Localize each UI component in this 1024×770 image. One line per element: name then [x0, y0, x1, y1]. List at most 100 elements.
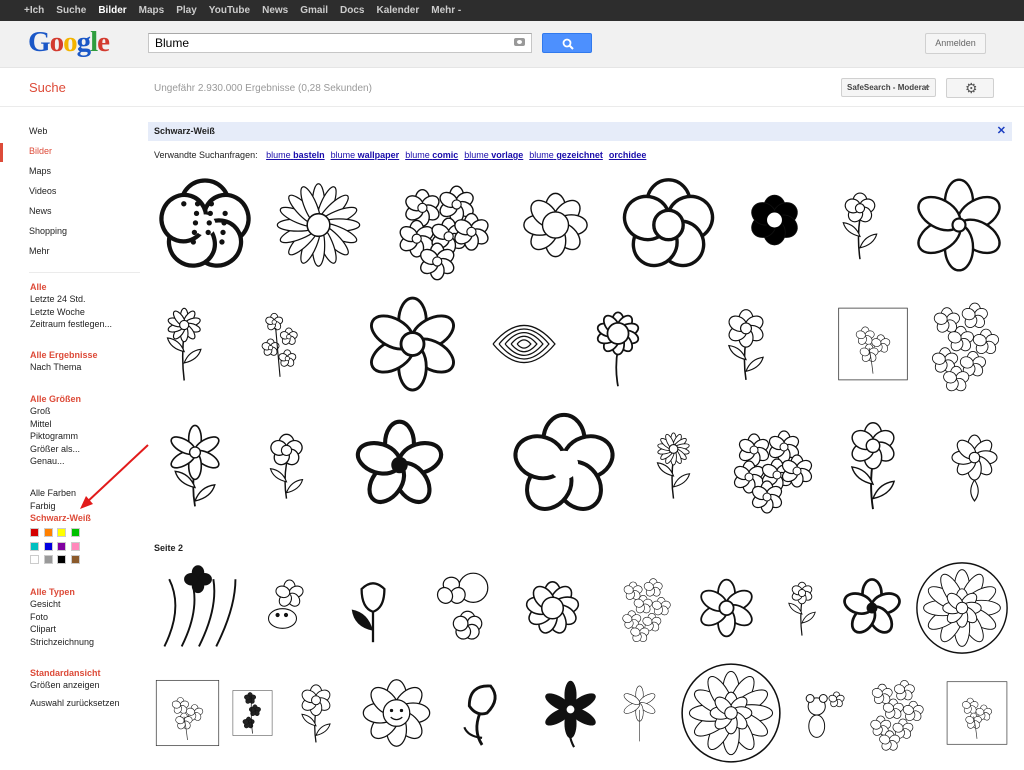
image-result-stem-flower[interactable] — [707, 286, 785, 402]
image-result-rose[interactable] — [481, 286, 567, 402]
topbar-link[interactable]: +Ich — [24, 0, 44, 21]
image-result-sketch-dense[interactable] — [860, 661, 934, 765]
tool-types-option[interactable]: Gesicht — [30, 599, 61, 609]
image-result-stem-flower[interactable] — [825, 406, 921, 524]
related-search-link[interactable]: orchidee — [609, 150, 647, 160]
tool-color-option[interactable]: Schwarz-Weiß — [30, 513, 91, 523]
color-swatch[interactable] — [43, 541, 53, 551]
color-swatch[interactable] — [30, 555, 39, 564]
image-result-narcissus[interactable] — [772, 559, 832, 657]
image-result-mouse[interactable] — [789, 661, 855, 765]
reset-tools-link[interactable]: Auswahl zurücksetzen — [30, 698, 120, 708]
search-box[interactable] — [148, 33, 532, 53]
color-swatch[interactable] — [30, 528, 39, 537]
image-result-tulip[interactable] — [335, 559, 411, 657]
image-result-frog-flower[interactable] — [251, 559, 321, 657]
sidebar-item-news[interactable]: News — [29, 206, 52, 216]
tool-time-option[interactable]: Zeitraum festlegen... — [30, 319, 112, 329]
topbar-link[interactable]: News — [262, 0, 288, 21]
image-result-face-flower[interactable] — [355, 661, 438, 765]
topbar-link[interactable]: Docs — [340, 0, 364, 21]
camera-icon[interactable] — [514, 38, 525, 46]
image-result-mandala[interactable] — [679, 661, 783, 765]
topbar-link[interactable]: Play — [176, 0, 197, 21]
tool-sizes-option[interactable]: Größer als... — [30, 444, 80, 454]
topbar-link[interactable]: Suche — [56, 0, 86, 21]
related-search-link[interactable]: blume comic — [405, 150, 458, 160]
tool-types-option[interactable]: Foto — [30, 612, 48, 622]
tool-view-option[interactable]: Größen anzeigen — [30, 680, 100, 690]
image-result-black-flower[interactable] — [733, 168, 816, 282]
related-search-link[interactable]: blume gezeichnet — [529, 150, 603, 160]
sidebar-item-maps[interactable]: Maps — [29, 166, 51, 176]
image-result-big-five[interactable] — [507, 406, 621, 524]
tool-results-option[interactable]: Nach Thema — [30, 362, 81, 372]
tool-types-option[interactable]: Clipart — [30, 624, 56, 634]
image-result-lily[interactable] — [150, 406, 240, 524]
topbar-link[interactable]: Kalender — [376, 0, 419, 21]
image-result-sketch-frame[interactable] — [152, 661, 223, 765]
topbar-link[interactable]: YouTube — [209, 0, 250, 21]
image-result-sketch-tall[interactable] — [228, 661, 277, 765]
topbar-link[interactable]: Maps — [139, 0, 165, 21]
settings-button[interactable]: ⚙ — [946, 78, 994, 98]
image-result-sketch-dense[interactable] — [613, 559, 680, 657]
safesearch-dropdown[interactable]: SafeSearch - Moderat — [841, 78, 936, 97]
tool-time-head[interactable]: Alle — [30, 282, 47, 292]
color-swatch[interactable] — [70, 528, 80, 537]
close-icon[interactable]: ✕ — [997, 124, 1006, 137]
image-result-swirl[interactable] — [150, 559, 246, 657]
image-result-six-outline[interactable] — [905, 168, 1013, 282]
image-result-bold-star[interactable] — [838, 559, 906, 657]
image-result-petals-parts[interactable] — [423, 559, 504, 657]
related-search-link[interactable]: blume wallpaper — [331, 150, 400, 160]
tool-time-option[interactable]: Letzte 24 Std. — [30, 294, 86, 304]
google-logo[interactable]: Google — [28, 26, 110, 59]
sidebar-item-mehr[interactable]: Mehr — [29, 246, 50, 256]
image-result-tribal[interactable] — [535, 661, 606, 765]
image-result-star-flower[interactable] — [691, 559, 762, 657]
tool-types-head[interactable]: Alle Typen — [30, 587, 75, 597]
image-result-small-flowers[interactable] — [245, 286, 318, 402]
topbar-link[interactable]: Mehr - — [431, 0, 461, 21]
color-swatch[interactable] — [57, 528, 66, 537]
color-swatch[interactable] — [43, 555, 53, 564]
sidebar-item-videos[interactable]: Videos — [29, 186, 56, 196]
image-result-sil-spots[interactable] — [152, 168, 258, 282]
sidebar-item-shopping[interactable]: Shopping — [29, 226, 67, 236]
image-result-sketch-frame[interactable] — [943, 661, 1011, 765]
search-input[interactable] — [149, 34, 499, 52]
tool-sizes-option[interactable]: Groß — [30, 406, 51, 416]
image-result-daisy[interactable] — [267, 168, 370, 282]
tool-sizes-option[interactable]: Genau... — [30, 456, 65, 466]
topbar-link[interactable]: Gmail — [300, 0, 328, 21]
tool-sizes-option[interactable]: Piktogramm — [30, 431, 78, 441]
color-swatch[interactable] — [57, 555, 66, 564]
image-result-five-outline[interactable] — [612, 168, 725, 282]
image-result-lily-sketch[interactable] — [608, 661, 671, 765]
search-button[interactable] — [542, 33, 592, 53]
color-swatch[interactable] — [57, 541, 66, 551]
tool-color-option[interactable]: Farbig — [30, 501, 56, 511]
sidebar-item-web[interactable]: Web — [29, 126, 47, 136]
color-swatch[interactable] — [30, 541, 39, 551]
related-search-link[interactable]: blume basteln — [266, 150, 325, 160]
image-result-stem-tulip[interactable] — [250, 406, 323, 524]
sidebar-item-bilder[interactable]: Bilder — [29, 146, 52, 156]
image-result-stem-flower[interactable] — [284, 661, 348, 765]
image-result-bouquet[interactable] — [377, 168, 502, 282]
related-search-link[interactable]: blume vorlage — [464, 150, 523, 160]
color-swatch[interactable] — [70, 555, 80, 564]
image-result-ornament[interactable] — [937, 406, 1012, 524]
image-result-bouquet[interactable] — [719, 406, 819, 524]
image-result-star-flower[interactable] — [355, 286, 470, 402]
color-swatch[interactable] — [70, 541, 80, 551]
image-result-scallop[interactable] — [514, 559, 591, 657]
tool-sizes-head[interactable]: Alle Größen — [30, 394, 81, 404]
image-result-gerbera[interactable] — [637, 406, 710, 524]
tool-view-head[interactable]: Standardansicht — [30, 668, 101, 678]
image-result-five-petal[interactable] — [509, 168, 602, 282]
image-result-sunflower[interactable] — [574, 286, 662, 402]
tool-types-option[interactable]: Strichzeichnung — [30, 637, 94, 647]
image-result-flower-stem[interactable] — [822, 168, 898, 282]
